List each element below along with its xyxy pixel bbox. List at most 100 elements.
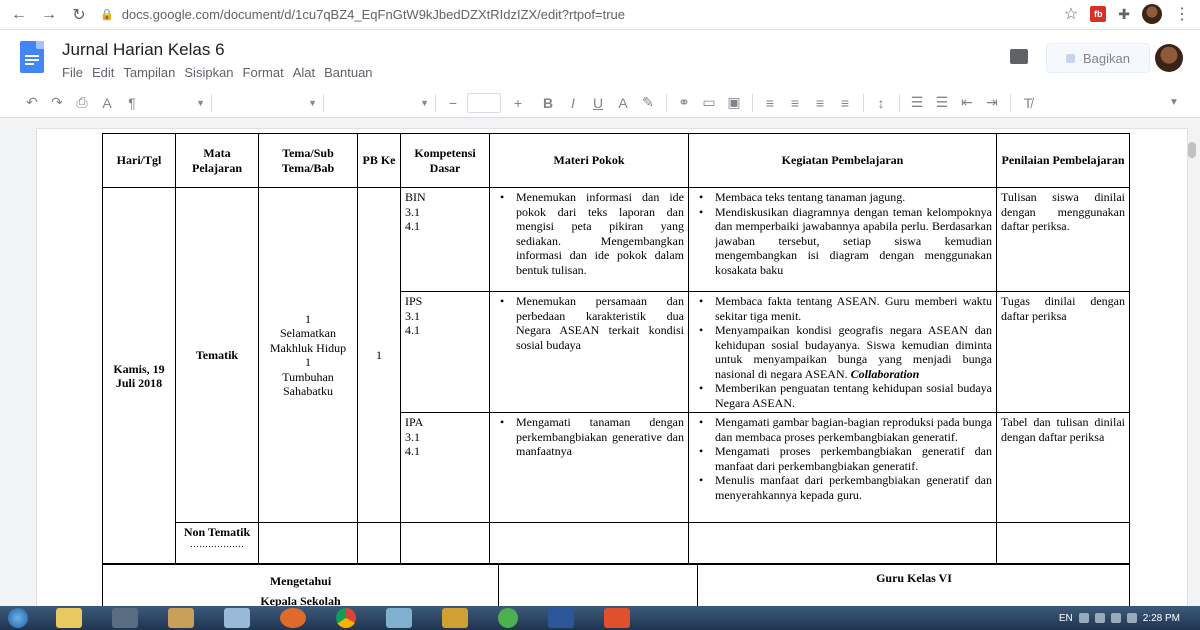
underline-icon[interactable]: U xyxy=(590,95,606,111)
keyboard-icon[interactable] xyxy=(112,608,138,628)
calculator-icon[interactable] xyxy=(224,608,250,628)
print-icon[interactable]: ⎙ xyxy=(74,94,90,111)
cell-empty xyxy=(357,522,401,565)
cell-hari: Kamis, 19 Juli 2018 xyxy=(102,187,176,565)
explorer-icon[interactable] xyxy=(56,608,82,628)
decrease-indent-icon[interactable]: ⇤ xyxy=(959,94,975,111)
link-icon[interactable]: ⚭ xyxy=(676,94,692,111)
profile-avatar[interactable] xyxy=(1142,4,1162,24)
font-select[interactable]: ▼ xyxy=(336,93,436,112)
reload-icon[interactable]: ↻ xyxy=(68,4,90,26)
align-center-icon[interactable]: ≡ xyxy=(787,95,803,111)
chevron-down-icon[interactable]: ▼ xyxy=(1166,97,1182,108)
paint-format-icon[interactable]: ¶ xyxy=(124,95,140,111)
back-icon[interactable]: ← xyxy=(8,4,30,26)
italic-icon[interactable]: I xyxy=(565,95,581,111)
app-icon[interactable] xyxy=(386,608,412,628)
cell-empty xyxy=(400,522,490,565)
text-color-icon[interactable]: A xyxy=(615,95,631,111)
tray-icon[interactable] xyxy=(1078,613,1089,623)
comment-icon[interactable] xyxy=(1010,49,1028,64)
journal-table: Hari/Tgl Mata Pelajaran Tema/Sub Tema/Ba… xyxy=(102,133,1130,565)
cell-empty xyxy=(688,522,997,565)
start-button[interactable] xyxy=(0,606,36,630)
cell-penilaian: Tulisan siswa dinilai dengan menggunakan… xyxy=(996,187,1130,292)
menu-edit[interactable]: Edit xyxy=(92,65,114,80)
document-title[interactable]: Jurnal Harian Kelas 6 xyxy=(62,40,225,60)
cell-empty xyxy=(489,522,689,565)
chrome-icon[interactable] xyxy=(336,608,356,628)
docs-logo-icon[interactable] xyxy=(20,41,44,73)
clock[interactable]: 2:28 PM xyxy=(1143,613,1180,624)
media-player-icon[interactable] xyxy=(604,608,630,628)
redo-icon[interactable]: ↷ xyxy=(49,94,65,111)
tray-icon[interactable] xyxy=(1094,613,1105,623)
cell-penilaian: Tabel dan tulisan dinilai dengan daftar … xyxy=(996,412,1130,523)
header-penilaian: Penilaian Pembelajaran xyxy=(996,133,1130,188)
lock-icon: 🔒 xyxy=(100,9,114,21)
clear-formatting-icon[interactable]: T̸ xyxy=(1020,95,1036,111)
share-button[interactable]: Bagikan xyxy=(1046,43,1150,73)
add-comment-icon[interactable]: ▭ xyxy=(701,94,717,111)
browser-bar: ← → ↻ 🔒 docs.google.com/document/d/1cu7q… xyxy=(0,0,1200,30)
cell-kegiatan: Membaca teks tentang tanaman jagung. Men… xyxy=(688,187,997,292)
extension-icon[interactable]: fb xyxy=(1090,6,1107,22)
firefox-icon[interactable] xyxy=(280,608,306,628)
lock-icon xyxy=(1066,53,1075,63)
cell-tema: 1 Selamatkan Makhluk Hidup 1 Tumbuhan Sa… xyxy=(258,187,358,523)
cell-kd: BIN 3.1 4.1 xyxy=(400,187,490,292)
toolbar-divider xyxy=(666,93,667,112)
align-right-icon[interactable]: ≡ xyxy=(812,95,828,111)
header-mapel: Mata Pelajaran xyxy=(175,133,259,188)
spellcheck-icon[interactable]: A xyxy=(99,95,115,111)
language-indicator[interactable]: EN xyxy=(1059,613,1073,624)
header-kd: Kompetensi Dasar xyxy=(400,133,490,188)
bold-icon[interactable]: B xyxy=(540,95,556,111)
url-text: docs.google.com/document/d/1cu7qBZ4_EqFn… xyxy=(121,7,625,22)
font-size-input[interactable] xyxy=(467,92,501,113)
style-select[interactable]: ▼ xyxy=(224,93,324,112)
formatting-toolbar: ↶ ↷ ⎙ A ¶ ▼ ▼ ▼ − + B I U A ✎ ⚭ ▭ ▣ ≡ ≡ … xyxy=(0,88,1200,118)
address-bar[interactable]: 🔒 docs.google.com/document/d/1cu7qBZ4_Eq… xyxy=(100,7,625,22)
highlight-icon[interactable]: ✎ xyxy=(640,94,656,111)
cell-kegiatan: Mengamati gambar bagian-bagian reproduks… xyxy=(688,412,997,523)
signature-left: Mengetahui Kepala Sekolah xyxy=(103,564,499,609)
align-justify-icon[interactable]: ≡ xyxy=(837,95,853,111)
menu-format[interactable]: Format xyxy=(243,65,284,80)
scrollbar-thumb[interactable] xyxy=(1188,142,1196,158)
decrease-font-icon[interactable]: − xyxy=(445,95,461,111)
paint-icon[interactable] xyxy=(168,608,194,628)
cell-pb: 1 xyxy=(357,187,401,523)
cell-empty xyxy=(996,522,1130,565)
header-materi: Materi Pokok xyxy=(489,133,689,188)
cell-materi: Mengamati tanaman dengan perkembangbiaka… xyxy=(489,412,689,523)
account-avatar[interactable] xyxy=(1155,44,1183,72)
align-left-icon[interactable]: ≡ xyxy=(762,95,778,111)
signature-middle xyxy=(499,564,698,609)
cell-materi: Menemukan persamaan dan perbedaan karakt… xyxy=(489,291,689,413)
bulleted-list-icon[interactable]: ☰ xyxy=(934,94,950,111)
increase-indent-icon[interactable]: ⇥ xyxy=(984,94,1000,111)
network-icon[interactable] xyxy=(1110,613,1121,623)
app-icon[interactable] xyxy=(442,608,468,628)
menu-insert[interactable]: Sisipkan xyxy=(184,65,233,80)
menu-tools[interactable]: Alat xyxy=(293,65,315,80)
star-icon[interactable]: ☆ xyxy=(1064,4,1078,24)
numbered-list-icon[interactable]: ☰ xyxy=(909,94,925,111)
line-spacing-icon[interactable]: ↕ xyxy=(873,95,889,111)
app-icon[interactable] xyxy=(498,608,518,628)
word-icon[interactable] xyxy=(548,608,574,628)
cell-mapel-nontematik: Non Tematik ……………… xyxy=(175,522,259,565)
menu-icon[interactable]: ⋮ xyxy=(1174,4,1190,24)
menu-help[interactable]: Bantuan xyxy=(324,65,372,80)
zoom-select[interactable]: ▼ xyxy=(152,93,212,112)
puzzle-icon[interactable]: ✚ xyxy=(1118,6,1130,23)
increase-font-icon[interactable]: + xyxy=(510,95,526,111)
forward-icon[interactable]: → xyxy=(38,4,60,26)
menu-view[interactable]: Tampilan xyxy=(123,65,175,80)
insert-image-icon[interactable]: ▣ xyxy=(726,94,742,111)
volume-icon[interactable] xyxy=(1126,613,1137,623)
menu-file[interactable]: File xyxy=(62,65,83,80)
cell-kd: IPA 3.1 4.1 xyxy=(400,412,490,523)
undo-icon[interactable]: ↶ xyxy=(24,94,40,111)
